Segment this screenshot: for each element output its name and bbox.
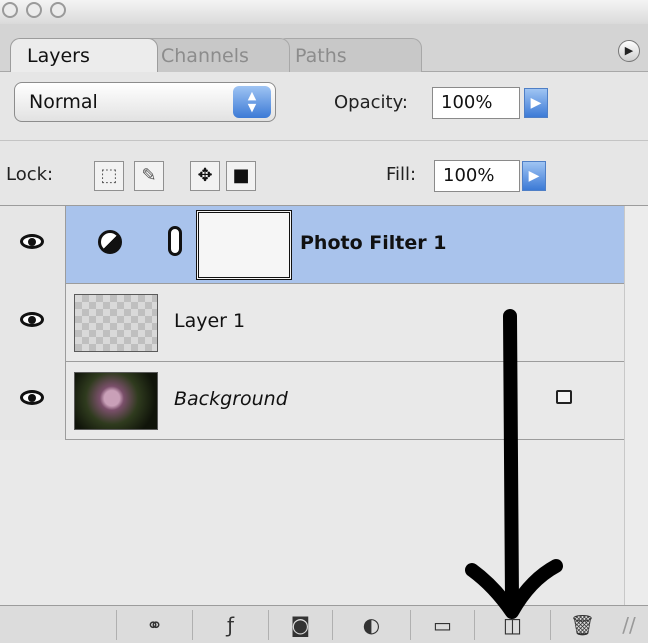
tab-layers[interactable]: Layers (10, 38, 158, 72)
annotation-arrow (465, 309, 563, 619)
